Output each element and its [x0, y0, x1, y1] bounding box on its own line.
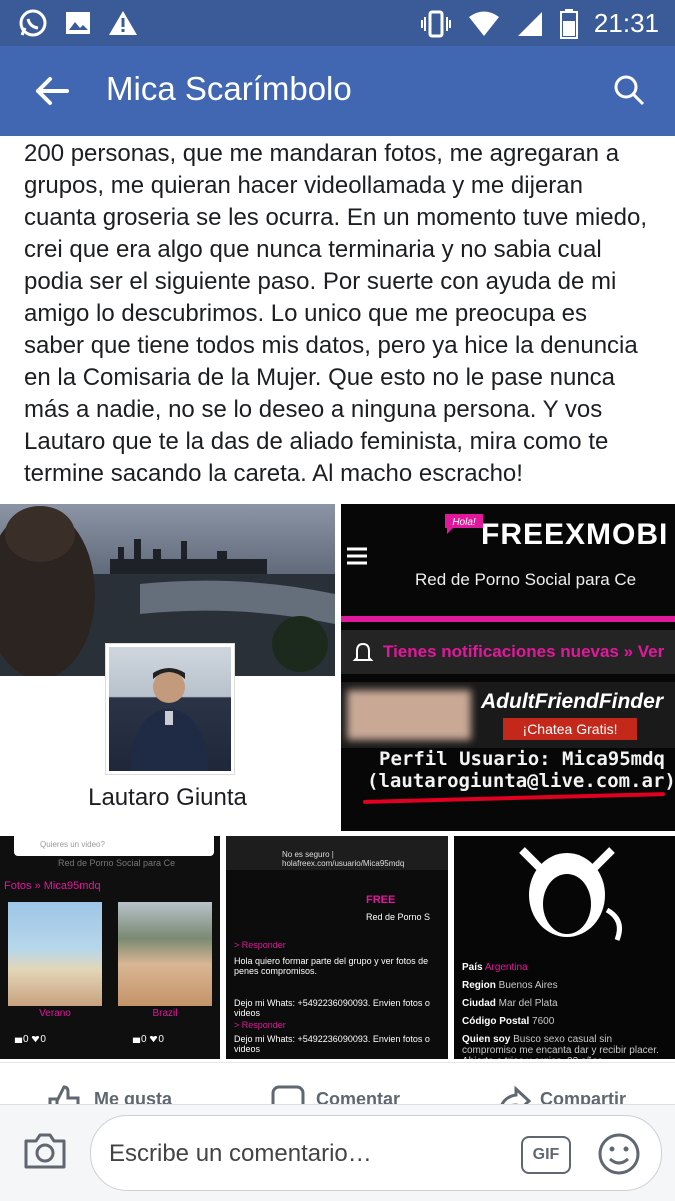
- post-line: Lautaro que te la das de aliado feminist…: [24, 428, 609, 455]
- heart-icon: [32, 1035, 40, 1043]
- comment-button[interactable]: Comentar: [316, 1089, 400, 1105]
- warning-icon: [109, 11, 137, 35]
- photo-likes: 0 0: [132, 1034, 164, 1045]
- like-icon: [132, 1037, 141, 1043]
- like-icon: [14, 1037, 23, 1043]
- app-bar: Mica Scarímbolo: [0, 46, 675, 136]
- comment-icon[interactable]: [270, 1083, 306, 1105]
- menu-icon: [347, 547, 367, 565]
- svg-text:Hola!: Hola!: [452, 517, 476, 528]
- devil-avatar-icon: [519, 847, 622, 941]
- detail-row: Region Buenos Aires: [462, 980, 558, 991]
- notification-text: Tienes notificaciones nuevas » Ver: [383, 642, 665, 661]
- back-arrow-icon[interactable]: [34, 73, 70, 109]
- chat-free-button[interactable]: ¡Chatea Gratis!: [503, 718, 637, 740]
- bell-icon: [352, 642, 374, 661]
- signal-icon: [517, 11, 542, 36]
- photos-screenshot[interactable]: Quieres un video? Red de Porno Social pa…: [0, 836, 220, 1059]
- site-screenshot[interactable]: Hola! FREEXMOBI Red de Porno Social para…: [341, 504, 675, 831]
- camera-icon[interactable]: [22, 1127, 68, 1173]
- chat-message: Dejo mi Whats: +5492236090093. Envien fo…: [234, 1034, 430, 1054]
- post-text: 200 personas, que me mandaran fotos, me …: [24, 138, 664, 490]
- person-photo: [129, 668, 209, 771]
- chat-message: Hola quiero formar parte del grupo y ver…: [234, 956, 429, 976]
- site-tagline: Red de Porno S: [366, 912, 431, 922]
- post-line: saber que tiene todos mis datos, pero ya…: [24, 332, 638, 359]
- post-line: grupos, me quieran hacer videollamada y …: [24, 172, 583, 199]
- post-line: podia ser el siguiente paso. Por suerte …: [24, 268, 617, 295]
- chat-screenshot[interactable]: No es seguro | holafreex.com/usuario/Mic…: [226, 836, 448, 1059]
- photo-thumbnail[interactable]: [8, 902, 102, 1006]
- photo-caption: Brazil: [152, 1008, 178, 1019]
- image-icon: [66, 12, 90, 34]
- site-logo-small: FREE: [366, 894, 396, 906]
- comment-placeholder: Escribe un comentario…: [109, 1140, 372, 1167]
- site-logo: FREEXMOBI: [481, 518, 669, 551]
- url-bar: No es seguro | holafreex.com/usuario/Mic…: [226, 836, 448, 870]
- share-button[interactable]: Compartir: [540, 1089, 626, 1105]
- post-image-grid[interactable]: Lautaro Giunta Hola! FREEXMOBI Red de Po…: [0, 504, 675, 1059]
- red-underline: [362, 792, 666, 804]
- page-title: Mica Scarímbolo: [106, 70, 352, 107]
- photo-caption: Verano: [39, 1008, 71, 1019]
- emoji-icon[interactable]: [597, 1132, 641, 1176]
- avatar[interactable]: [106, 644, 234, 774]
- post-line: cuanta groseria se les ocurra. En un mom…: [24, 204, 647, 231]
- ad-brand: AdultFriendFinder: [481, 690, 663, 713]
- gif-button[interactable]: GIF: [521, 1136, 571, 1174]
- notification-banner[interactable]: Tienes notificaciones nuevas » Ver: [341, 630, 675, 674]
- battery-icon: [559, 8, 578, 39]
- detail-row: Quien soy Busco sexo casual sin compromi…: [462, 1034, 659, 1059]
- reply-link[interactable]: > Responder: [234, 940, 286, 950]
- blurred-image: [347, 690, 471, 740]
- details-screenshot[interactable]: País Argentina Region Buenos Aires Ciuda…: [454, 836, 675, 1059]
- site-tagline: Red de Porno Social para Ce: [415, 570, 637, 589]
- wifi-icon: [468, 11, 499, 36]
- post-line: amigo lo descubrimos. Lo unico que me pr…: [24, 300, 587, 327]
- profile-email: (lautarogiunta@live.com.ar): [367, 770, 675, 792]
- detail-row: Ciudad Mar del Plata: [462, 998, 558, 1009]
- photo-likes: 0 0: [14, 1034, 46, 1045]
- status-bar: 21:31: [0, 0, 675, 46]
- divider: [341, 616, 675, 622]
- photo-thumbnail[interactable]: [118, 902, 212, 1006]
- share-icon[interactable]: [496, 1083, 532, 1105]
- heart-icon: [150, 1035, 158, 1043]
- profile-user: Perfil Usuario: Mica95mdq: [379, 748, 665, 770]
- like-icon[interactable]: [46, 1083, 82, 1105]
- post-line: 200 personas, que me mandaran fotos, me …: [24, 140, 620, 167]
- reply-link[interactable]: > Responder: [234, 1020, 286, 1030]
- whatsapp-icon: [19, 9, 47, 37]
- header-sub: Red de Porno Social para Ce: [58, 858, 176, 868]
- like-button[interactable]: Me gusta: [94, 1089, 172, 1105]
- chat-message: Dejo mi Whats: +5492236090093. Envien fo…: [234, 998, 430, 1018]
- post-line: crei que era algo que nunca terminaria y…: [24, 236, 602, 263]
- profile-name[interactable]: Lautaro Giunta: [0, 784, 335, 812]
- detail-row: Código Postal 7600: [462, 1016, 555, 1027]
- comment-input[interactable]: Escribe un comentario… GIF: [90, 1115, 662, 1191]
- post-line: termine sacando la careta. Al macho escr…: [24, 460, 523, 487]
- url-text: No es seguro | holafreex.com/usuario/Mic…: [282, 850, 405, 868]
- comment-bar: Escribe un comentario… GIF: [0, 1104, 675, 1201]
- search-icon[interactable]: [613, 74, 645, 106]
- post-line: en la Comisaria de la Mujer. Que esto no…: [24, 364, 616, 391]
- clock: 21:31: [593, 8, 659, 38]
- post-line: más a nadie, no se lo deseo a ninguna pe…: [24, 396, 603, 423]
- header-top: Quieres un video?: [14, 836, 214, 856]
- detail-row: País Argentina: [462, 962, 528, 973]
- ad-banner[interactable]: AdultFriendFinder ¡Chatea Gratis!: [341, 682, 675, 748]
- vibrate-icon: [420, 10, 451, 37]
- post-actions: Me gusta Comentar Compartir: [0, 1062, 675, 1105]
- breadcrumb: Fotos » Mica95mdq: [4, 880, 101, 892]
